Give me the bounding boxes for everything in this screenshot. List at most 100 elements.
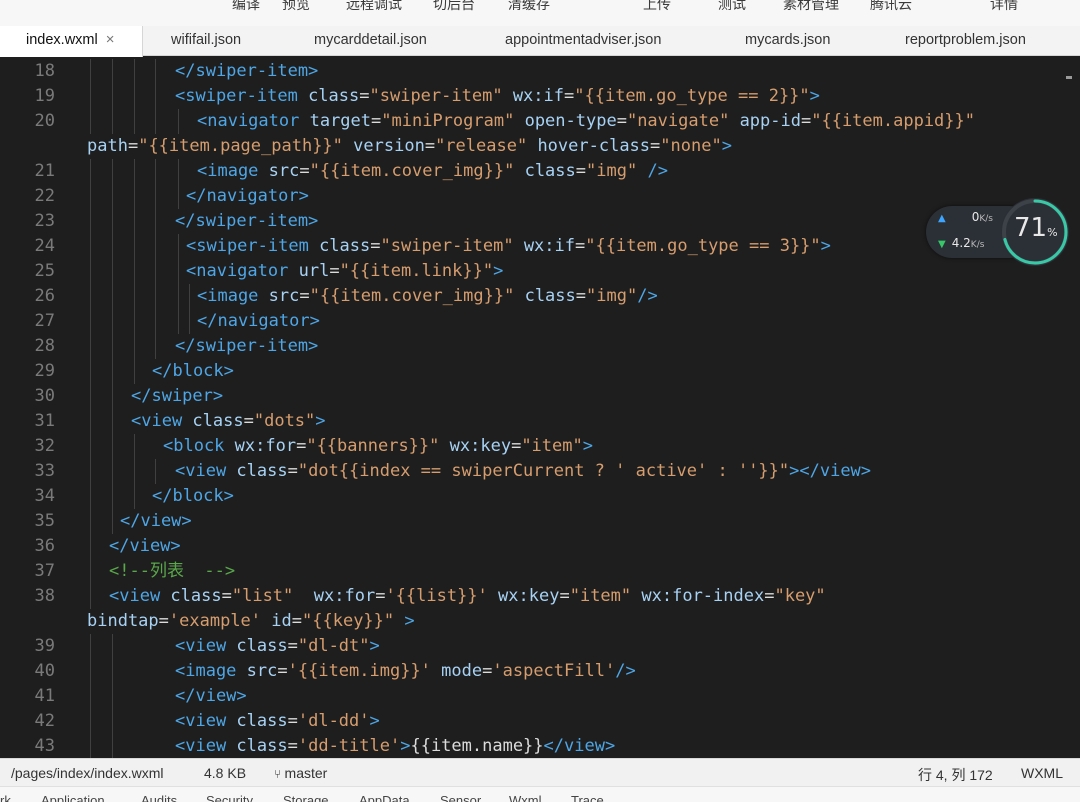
code-line[interactable]: 20 <navigator target="miniProgram" open-t…	[0, 109, 1080, 134]
code-token: "{{item.link}}"	[339, 261, 494, 281]
line-number: 30	[34, 386, 55, 406]
code-token: </swiper>	[131, 386, 224, 406]
code-token: "{{key}}"	[302, 611, 395, 631]
code-line[interactable]: 33 <view class="dot{{index == swiperCurre…	[0, 459, 1080, 484]
toolbar-details[interactable]: 详情	[990, 0, 1018, 14]
tab-label: index.wxml	[26, 32, 98, 48]
code-line[interactable]: path="{{item.page_path}}" version="relea…	[0, 134, 1080, 159]
scrollbar-marker[interactable]	[1066, 76, 1072, 79]
code-line[interactable]: 31 <view class="dots">	[0, 409, 1080, 434]
indent-guide	[155, 459, 156, 484]
cursor-position[interactable]: 行 4, 列 172	[918, 765, 993, 785]
devtools-tab-audits[interactable]: Audits	[141, 793, 177, 802]
devtools-tab-network[interactable]: rk	[0, 793, 11, 802]
usage-percent: 71%	[1014, 213, 1058, 243]
tab-reportproblem-json[interactable]: reportproblem.json	[905, 26, 1026, 56]
code-line[interactable]: 35 </view>	[0, 509, 1080, 534]
toolbar-preview[interactable]: 预览	[282, 0, 310, 14]
code-token: =	[575, 161, 587, 181]
code-token: "{{item.appid}}"	[811, 111, 975, 131]
code-content: <view class="dots">	[131, 409, 326, 434]
code-line[interactable]: 25 <navigator url="{{item.link}}">	[0, 259, 1080, 284]
code-token: wx:for	[313, 586, 376, 606]
code-line[interactable]: bindtap='example' id="{{key}}" >	[0, 609, 1080, 634]
code-token: <swiper-item	[175, 86, 309, 106]
code-line[interactable]: 23 </swiper-item>	[0, 209, 1080, 234]
code-token: class	[170, 586, 222, 606]
code-token: 'aspectFill'	[492, 661, 616, 681]
indent-guide	[90, 559, 91, 584]
toolbar-upload[interactable]: 上传	[643, 0, 671, 14]
toolbar-assets[interactable]: 素材管理	[783, 0, 839, 14]
devtools-tab-appdata[interactable]: AppData	[359, 793, 410, 802]
code-line[interactable]: 36 </view>	[0, 534, 1080, 559]
tab-appointmentadviser-json[interactable]: appointmentadviser.json	[505, 26, 661, 56]
code-editor[interactable]: 18 </swiper-item> 19 <swiper-item class="sw…	[0, 57, 1080, 758]
devtools-tab-storage[interactable]: Storage	[283, 793, 329, 802]
code-line[interactable]: 42 <view class='dl-dd'>	[0, 709, 1080, 734]
devtools-tab-sensor[interactable]: Sensor	[440, 793, 481, 802]
code-line[interactable]: 26 <image src="{{item.cover_img}}" class=…	[0, 284, 1080, 309]
code-token: <view	[175, 736, 237, 756]
code-line[interactable]: 19 <swiper-item class="swiper-item" wx:if…	[0, 84, 1080, 109]
code-token: "{{item.go_type == 2}}"	[574, 86, 810, 106]
toolbar-clear-cache[interactable]: 清缓存	[508, 0, 550, 14]
code-content: bindtap='example' id="{{key}}" >	[87, 609, 415, 634]
devtools-tab-wxml[interactable]: Wxml	[509, 793, 542, 802]
code-line[interactable]: 34 </block>	[0, 484, 1080, 509]
toolbar-background[interactable]: 切后台	[433, 0, 475, 14]
devtools-tab-security[interactable]: Security	[206, 793, 253, 802]
code-line[interactable]: 22 </navigator>	[0, 184, 1080, 209]
code-line[interactable]: 41 </view>	[0, 684, 1080, 709]
code-token: '{{list}}'	[385, 586, 488, 606]
indent-guide	[90, 309, 91, 334]
code-token: "miniProgram"	[381, 111, 515, 131]
indent-guide	[134, 159, 135, 184]
code-line[interactable]: 32 <block wx:for="{{banners}}" wx:key="it…	[0, 434, 1080, 459]
line-number: 26	[34, 286, 55, 306]
toolbar-tencent-cloud[interactable]: 腾讯云	[870, 0, 912, 14]
code-line[interactable]: 40 <image src='{{item.img}}' mode='aspect…	[0, 659, 1080, 684]
code-line[interactable]: 24 <swiper-item class="swiper-item" wx:if…	[0, 234, 1080, 259]
code-line[interactable]: 21 <image src="{{item.cover_img}}" class=…	[0, 159, 1080, 184]
language-mode[interactable]: WXML	[1021, 765, 1063, 781]
tab-mycarddetail-json[interactable]: mycarddetail.json	[314, 26, 427, 56]
toolbar-test[interactable]: 测试	[718, 0, 746, 14]
line-number: 43	[34, 736, 55, 756]
code-line[interactable]: 39 <view class="dl-dt">	[0, 634, 1080, 659]
devtools-tab-bar: rk Application Audits Security Storage A…	[0, 786, 1080, 802]
code-line[interactable]: 38 <view class="list" wx:for='{{list}}' w…	[0, 584, 1080, 609]
code-content: <swiper-item class="swiper-item" wx:if="…	[175, 84, 820, 109]
code-line[interactable]: 30 </swiper>	[0, 384, 1080, 409]
indent-guide	[90, 259, 91, 284]
code-line[interactable]: 18 </swiper-item>	[0, 59, 1080, 84]
code-token: "{{banners}}"	[306, 436, 440, 456]
indent-guide	[90, 334, 91, 359]
code-line[interactable]: 29 </block>	[0, 359, 1080, 384]
indent-guide	[112, 84, 113, 109]
tab-index-wxml[interactable]: index.wxml ×	[0, 26, 143, 57]
code-line[interactable]: 43 <view class='dd-title'>{{item.name}}</…	[0, 734, 1080, 758]
tab-wififail-json[interactable]: wififail.json	[171, 26, 241, 56]
code-token: class	[524, 161, 576, 181]
code-line[interactable]: 28 </swiper-item>	[0, 334, 1080, 359]
code-line[interactable]: 37 <!--列表 -->	[0, 559, 1080, 584]
devtools-tab-trace[interactable]: Trace	[571, 793, 604, 802]
devtools-tab-application[interactable]: Application	[41, 793, 105, 802]
tab-mycards-json[interactable]: mycards.json	[745, 26, 830, 56]
code-token: =	[650, 136, 661, 156]
upload-speed: ▲ 0K/s	[938, 210, 993, 224]
code-line[interactable]: 27 </navigator>	[0, 309, 1080, 334]
network-speed-widget[interactable]: ▲ 0K/s ▼ 4.2K/s 71%	[926, 196, 1072, 268]
toolbar-compile[interactable]: 编译	[232, 0, 260, 14]
close-icon[interactable]: ×	[106, 31, 115, 48]
git-branch[interactable]: ⑂ master	[274, 765, 327, 781]
toolbar-remote-debug[interactable]: 远程调试	[346, 0, 402, 14]
indent-guide	[112, 634, 113, 659]
code-token: =	[291, 611, 303, 631]
code-token: "{{item.cover_img}}"	[309, 161, 515, 181]
